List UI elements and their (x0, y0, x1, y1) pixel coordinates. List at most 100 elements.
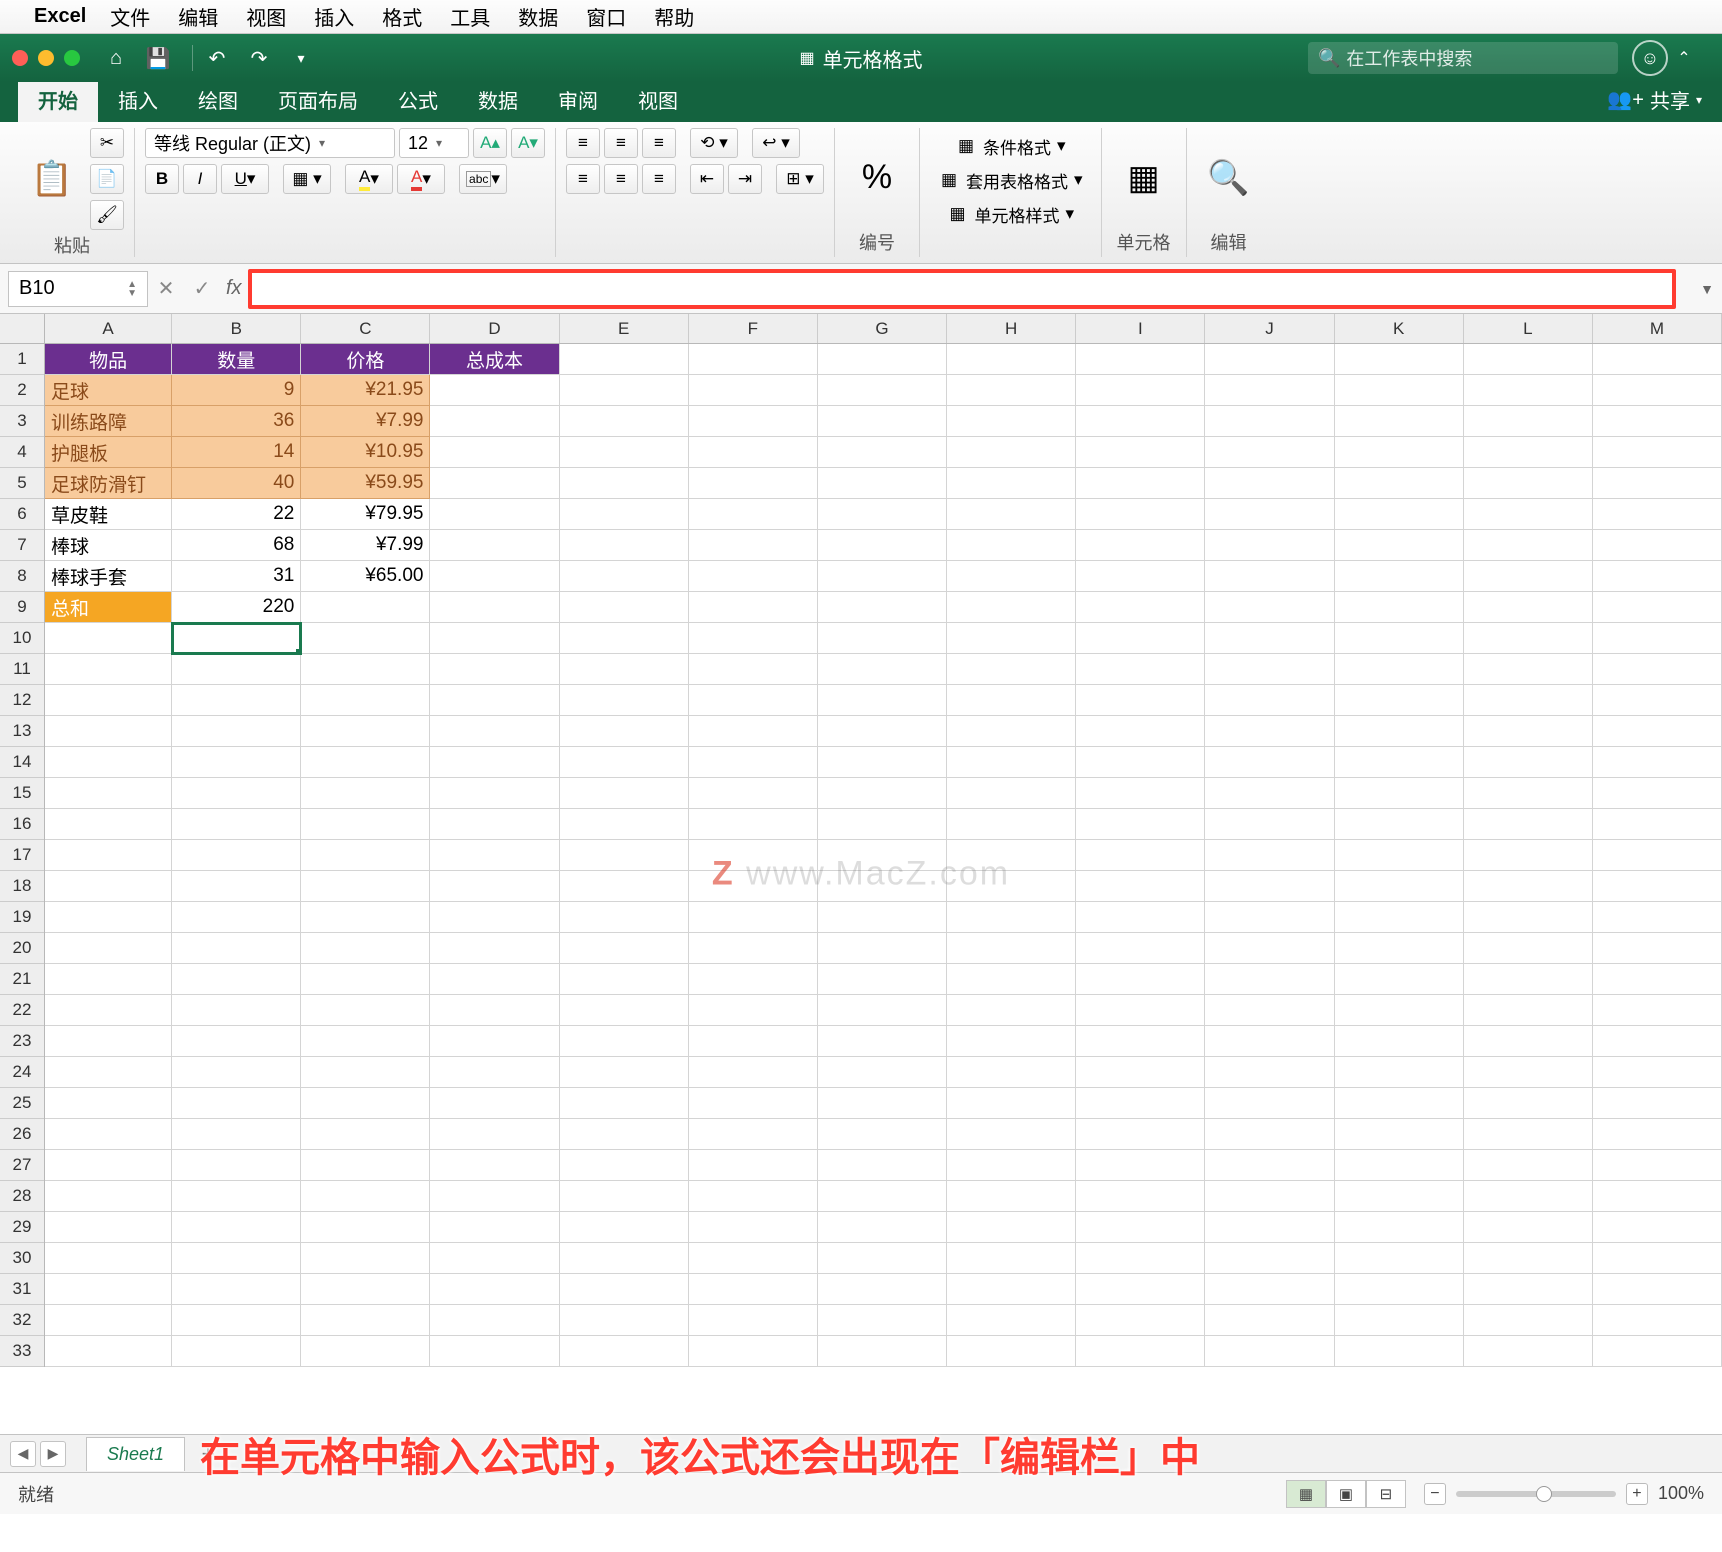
cell-E3[interactable] (560, 406, 689, 437)
find-icon[interactable]: 🔍 (1197, 136, 1261, 220)
cell-C27[interactable] (301, 1150, 430, 1181)
cell-J16[interactable] (1205, 809, 1334, 840)
col-header-A[interactable]: A (45, 314, 172, 343)
cell-K7[interactable] (1335, 530, 1464, 561)
menu-tools[interactable]: 工具 (450, 2, 490, 31)
row-header-30[interactable]: 30 (0, 1243, 44, 1274)
cell-J24[interactable] (1205, 1057, 1334, 1088)
cell-I6[interactable] (1076, 499, 1205, 530)
italic-button[interactable]: I (183, 164, 217, 194)
cell-D4[interactable] (430, 437, 559, 468)
cell-J7[interactable] (1205, 530, 1334, 561)
cell-H2[interactable] (947, 375, 1076, 406)
cell-G6[interactable] (818, 499, 947, 530)
cell-G26[interactable] (818, 1119, 947, 1150)
cell-M8[interactable] (1593, 561, 1722, 592)
cell-C2[interactable]: ¥21.95 (301, 375, 430, 406)
cell-A7[interactable]: 棒球 (45, 530, 172, 561)
cell-D2[interactable] (430, 375, 559, 406)
cell-B11[interactable] (172, 654, 301, 685)
bold-button[interactable]: B (145, 164, 179, 194)
cell-A8[interactable]: 棒球手套 (45, 561, 172, 592)
cell-I19[interactable] (1076, 902, 1205, 933)
cell-I29[interactable] (1076, 1212, 1205, 1243)
cell-G4[interactable] (818, 437, 947, 468)
cell-E23[interactable] (560, 1026, 689, 1057)
sheet-next-icon[interactable]: ▶ (40, 1441, 66, 1467)
cell-K32[interactable] (1335, 1305, 1464, 1336)
cell-K8[interactable] (1335, 561, 1464, 592)
tab-review[interactable]: 审阅 (538, 77, 618, 122)
cell-G22[interactable] (818, 995, 947, 1026)
cell-L13[interactable] (1464, 716, 1593, 747)
normal-view-icon[interactable]: ▦ (1286, 1480, 1326, 1508)
cell-E4[interactable] (560, 437, 689, 468)
cell-G21[interactable] (818, 964, 947, 995)
row-header-20[interactable]: 20 (0, 933, 44, 964)
cell-L9[interactable] (1464, 592, 1593, 623)
align-right-icon[interactable]: ≡ (642, 164, 676, 194)
cell-B24[interactable] (172, 1057, 301, 1088)
cell-E33[interactable] (560, 1336, 689, 1367)
row-header-14[interactable]: 14 (0, 747, 44, 778)
cell-J5[interactable] (1205, 468, 1334, 499)
menu-help[interactable]: 帮助 (654, 2, 694, 31)
cell-E18[interactable] (560, 871, 689, 902)
row-header-23[interactable]: 23 (0, 1026, 44, 1057)
cell-C17[interactable] (301, 840, 430, 871)
cell-I13[interactable] (1076, 716, 1205, 747)
cell-A18[interactable] (45, 871, 172, 902)
cell-E21[interactable] (560, 964, 689, 995)
cell-A32[interactable] (45, 1305, 172, 1336)
cell-M25[interactable] (1593, 1088, 1722, 1119)
cell-I12[interactable] (1076, 685, 1205, 716)
cell-E13[interactable] (560, 716, 689, 747)
cell-J23[interactable] (1205, 1026, 1334, 1057)
cell-H31[interactable] (947, 1274, 1076, 1305)
cell-I27[interactable] (1076, 1150, 1205, 1181)
cell-H12[interactable] (947, 685, 1076, 716)
cell-J29[interactable] (1205, 1212, 1334, 1243)
cell-L22[interactable] (1464, 995, 1593, 1026)
cell-B23[interactable] (172, 1026, 301, 1057)
col-header-J[interactable]: J (1205, 314, 1334, 343)
cell-K1[interactable] (1335, 344, 1464, 375)
cell-F23[interactable] (689, 1026, 818, 1057)
cell-F2[interactable] (689, 375, 818, 406)
cell-H16[interactable] (947, 809, 1076, 840)
cell-C12[interactable] (301, 685, 430, 716)
row-header-18[interactable]: 18 (0, 871, 44, 902)
sheet-prev-icon[interactable]: ◀ (10, 1441, 36, 1467)
cell-C15[interactable] (301, 778, 430, 809)
cell-I14[interactable] (1076, 747, 1205, 778)
cell-I4[interactable] (1076, 437, 1205, 468)
cell-A17[interactable] (45, 840, 172, 871)
cell-G10[interactable] (818, 623, 947, 654)
cell-H10[interactable] (947, 623, 1076, 654)
cell-E5[interactable] (560, 468, 689, 499)
cell-M3[interactable] (1593, 406, 1722, 437)
cell-H27[interactable] (947, 1150, 1076, 1181)
cell-G14[interactable] (818, 747, 947, 778)
cell-L10[interactable] (1464, 623, 1593, 654)
sheet-tab-1[interactable]: Sheet1 (86, 1437, 185, 1471)
cell-A27[interactable] (45, 1150, 172, 1181)
cell-L11[interactable] (1464, 654, 1593, 685)
cell-F9[interactable] (689, 592, 818, 623)
cell-F24[interactable] (689, 1057, 818, 1088)
cell-F16[interactable] (689, 809, 818, 840)
cell-L17[interactable] (1464, 840, 1593, 871)
cell-F1[interactable] (689, 344, 818, 375)
cell-C29[interactable] (301, 1212, 430, 1243)
cell-A29[interactable] (45, 1212, 172, 1243)
qat-dropdown-icon[interactable]: ▾ (285, 42, 317, 74)
cell-L33[interactable] (1464, 1336, 1593, 1367)
cell-A12[interactable] (45, 685, 172, 716)
cell-B25[interactable] (172, 1088, 301, 1119)
cell-K24[interactable] (1335, 1057, 1464, 1088)
cell-G31[interactable] (818, 1274, 947, 1305)
cell-I7[interactable] (1076, 530, 1205, 561)
cell-M16[interactable] (1593, 809, 1722, 840)
row-header-7[interactable]: 7 (0, 530, 44, 561)
cell-B10[interactable] (172, 623, 301, 654)
